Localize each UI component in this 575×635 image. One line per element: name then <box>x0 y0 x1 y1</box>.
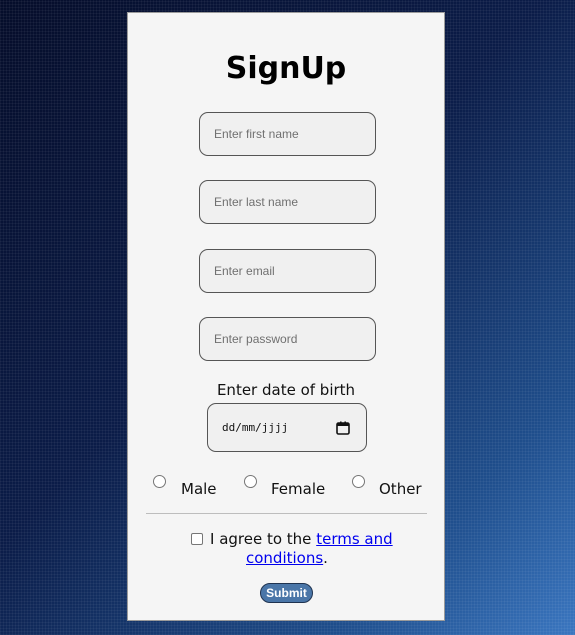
terms-link-line1[interactable]: terms and <box>316 530 392 548</box>
dob-label: Enter date of birth <box>216 381 356 399</box>
password-input[interactable] <box>199 317 376 361</box>
dob-format-text: dd/mm/jjjj <box>222 421 289 434</box>
gender-label-other: Other <box>379 480 422 498</box>
first-name-input[interactable] <box>199 112 376 156</box>
submit-button[interactable]: Submit <box>260 583 313 603</box>
terms-prefix: I agree to the <box>210 530 312 548</box>
calendar-icon[interactable] <box>336 421 350 435</box>
gender-label-female: Female <box>271 480 326 498</box>
signup-card: SignUp Enter date of birth dd/mm/jjjj Ma… <box>127 12 445 621</box>
gender-radio-male[interactable] <box>153 475 166 488</box>
gender-radio-other[interactable] <box>352 475 365 488</box>
gender-radio-female[interactable] <box>244 475 257 488</box>
terms-text: I agree to the terms and <box>210 530 393 548</box>
email-input[interactable] <box>199 249 376 293</box>
terms-checkbox[interactable] <box>191 533 203 545</box>
terms-suffix: . <box>323 549 328 567</box>
terms-link-line2[interactable]: conditions <box>246 549 323 567</box>
gender-label-male: Male <box>181 480 217 498</box>
terms-text-line2: conditions. <box>246 549 328 567</box>
page-title: SignUp <box>225 51 347 86</box>
divider <box>146 513 427 514</box>
last-name-input[interactable] <box>199 180 376 224</box>
dob-date-input[interactable]: dd/mm/jjjj <box>207 403 367 452</box>
